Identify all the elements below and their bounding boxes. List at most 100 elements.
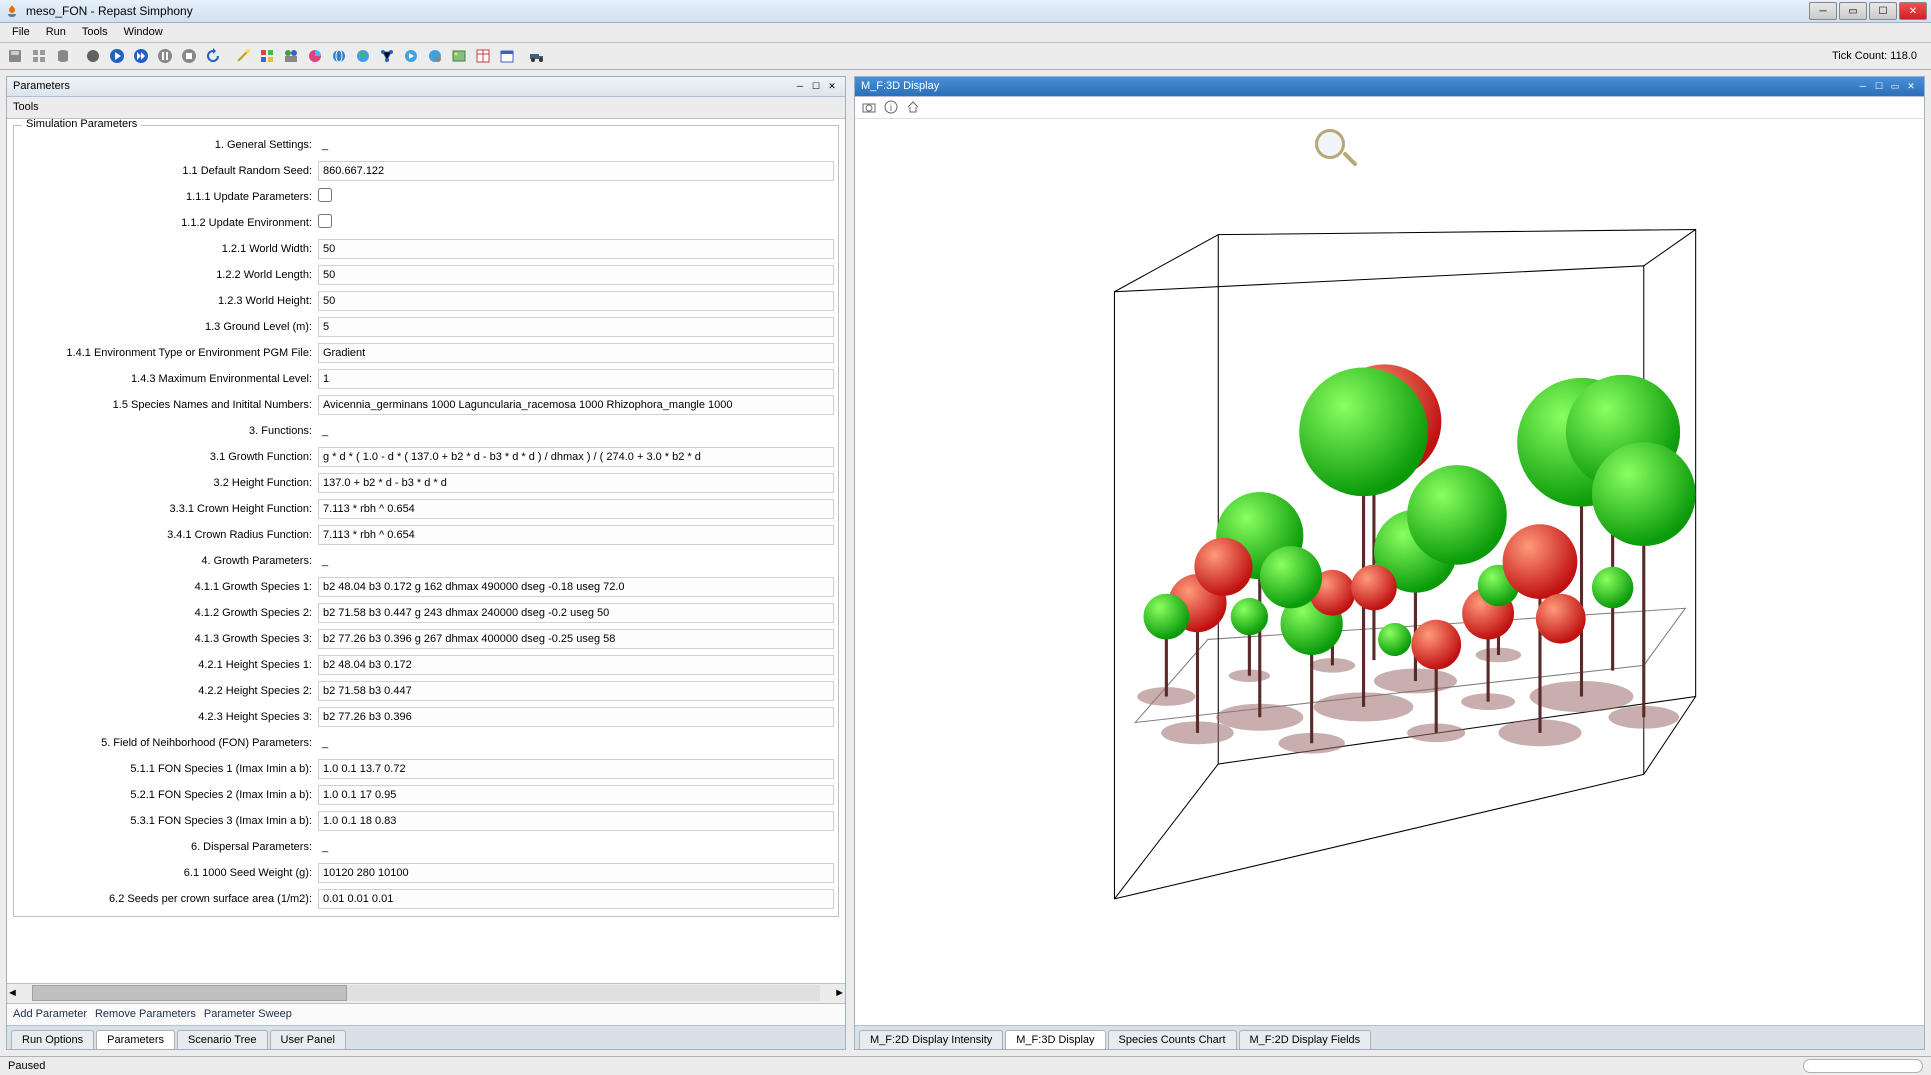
param-checkbox[interactable] (318, 188, 332, 202)
tab-run-options[interactable]: Run Options (11, 1030, 94, 1049)
param-label: 4.2.3 Height Species 3: (18, 711, 318, 723)
param-input[interactable] (318, 343, 834, 363)
people-icon[interactable] (280, 45, 302, 67)
param-input[interactable] (318, 161, 834, 181)
pause-icon[interactable] (154, 45, 176, 67)
param-label: 1.5 Species Names and Initital Numbers: (18, 399, 318, 411)
panel-maximize-icon[interactable]: ☐ (809, 79, 823, 93)
add-parameter-link[interactable]: Add Parameter (13, 1008, 87, 1020)
param-input[interactable] (318, 525, 834, 545)
param-row: 1.4.3 Maximum Environmental Level: (18, 366, 834, 392)
tools-label[interactable]: Tools (13, 101, 39, 113)
param-input[interactable] (318, 889, 834, 909)
param-input[interactable] (318, 499, 834, 519)
param-input[interactable] (318, 447, 834, 467)
param-static-value: _ (318, 841, 328, 853)
tab-species-counts[interactable]: Species Counts Chart (1108, 1030, 1237, 1049)
menu-file[interactable]: File (4, 23, 38, 41)
save-icon[interactable] (4, 45, 26, 67)
menu-window[interactable]: Window (116, 23, 171, 41)
image-icon[interactable] (448, 45, 470, 67)
display-close-icon[interactable]: ✕ (1904, 79, 1918, 93)
reset-icon[interactable] (202, 45, 224, 67)
restore-button[interactable]: ▭ (1839, 2, 1867, 20)
menu-tools[interactable]: Tools (74, 23, 116, 41)
param-input[interactable] (318, 369, 834, 389)
info-icon[interactable]: i (883, 99, 899, 115)
param-label: 5.3.1 FON Species 3 (Imax Imin a b): (18, 815, 318, 827)
wand-icon[interactable] (232, 45, 254, 67)
home-icon[interactable] (905, 99, 921, 115)
play-icon[interactable] (106, 45, 128, 67)
chart-icon[interactable] (304, 45, 326, 67)
globe-blue-icon[interactable] (328, 45, 350, 67)
horizontal-scrollbar[interactable]: ◄ ► (7, 983, 845, 1003)
param-input[interactable] (318, 655, 834, 675)
stop-icon[interactable] (178, 45, 200, 67)
parameters-scroll-area[interactable]: Simulation Parameters 1. General Setting… (7, 119, 845, 983)
param-label: 4.1.2 Growth Species 2: (18, 607, 318, 619)
param-input[interactable] (318, 291, 834, 311)
tab-scenario-tree[interactable]: Scenario Tree (177, 1030, 267, 1049)
globe-arrow-icon[interactable] (400, 45, 422, 67)
param-label: 1.3 Ground Level (m): (18, 321, 318, 333)
param-input[interactable] (318, 811, 834, 831)
tab-parameters[interactable]: Parameters (96, 1030, 175, 1049)
tab-2d-intensity[interactable]: M_F:2D Display Intensity (859, 1030, 1003, 1049)
param-row: 4.1.2 Growth Species 2: (18, 600, 834, 626)
record-icon[interactable] (82, 45, 104, 67)
param-input[interactable] (318, 239, 834, 259)
tab-2d-fields[interactable]: M_F:2D Display Fields (1239, 1030, 1372, 1049)
parameter-sweep-link[interactable]: Parameter Sweep (204, 1008, 292, 1020)
truck-icon[interactable] (526, 45, 548, 67)
remove-parameters-link[interactable]: Remove Parameters (95, 1008, 196, 1020)
param-input[interactable] (318, 681, 834, 701)
3d-canvas[interactable] (855, 119, 1924, 1025)
database-icon[interactable] (52, 45, 74, 67)
close-button[interactable]: ✕ (1899, 2, 1927, 20)
panel-minimize-icon[interactable]: ─ (793, 79, 807, 93)
param-label: 6. Dispersal Parameters: (18, 841, 318, 853)
param-input[interactable] (318, 863, 834, 883)
param-input[interactable] (318, 317, 834, 337)
status-text: Paused (8, 1060, 1803, 1072)
param-input[interactable] (318, 785, 834, 805)
java-icon (4, 3, 20, 19)
param-row: 1.2.1 World Width: (18, 236, 834, 262)
tab-3d-display[interactable]: M_F:3D Display (1005, 1030, 1105, 1049)
display-restore-icon[interactable]: ▭ (1888, 79, 1902, 93)
maximize-button[interactable]: ☐ (1869, 2, 1897, 20)
menu-run[interactable]: Run (38, 23, 74, 41)
param-label: 3.3.1 Crown Height Function: (18, 503, 318, 515)
tab-user-panel[interactable]: User Panel (270, 1030, 346, 1049)
camera-icon[interactable] (861, 99, 877, 115)
param-input[interactable] (318, 707, 834, 727)
param-checkbox[interactable] (318, 214, 332, 228)
param-label: 4.1.3 Growth Species 3: (18, 633, 318, 645)
param-row: 3.3.1 Crown Height Function: (18, 496, 834, 522)
minimize-button[interactable]: ─ (1809, 2, 1837, 20)
step-icon[interactable] (130, 45, 152, 67)
param-input[interactable] (318, 603, 834, 623)
table-icon[interactable] (472, 45, 494, 67)
display-minimize-icon[interactable]: ─ (1856, 79, 1870, 93)
param-row: 4.2.3 Height Species 3: (18, 704, 834, 730)
network-icon[interactable] (376, 45, 398, 67)
param-input[interactable] (318, 577, 834, 597)
param-input[interactable] (318, 759, 834, 779)
display-maximize-icon[interactable]: ☐ (1872, 79, 1886, 93)
param-row: 4.2.1 Height Species 1: (18, 652, 834, 678)
globe-gear-icon[interactable] (424, 45, 446, 67)
globe-icon[interactable] (352, 45, 374, 67)
param-input[interactable] (318, 473, 834, 493)
palette-icon[interactable] (256, 45, 278, 67)
param-input[interactable] (318, 395, 834, 415)
param-row: 6.2 Seeds per crown surface area (1/m2): (18, 886, 834, 912)
grid-icon[interactable] (28, 45, 50, 67)
param-input[interactable] (318, 265, 834, 285)
param-input[interactable] (318, 629, 834, 649)
calendar-icon[interactable] (496, 45, 518, 67)
param-label: 5.1.1 FON Species 1 (Imax Imin a b): (18, 763, 318, 775)
param-row: 5.3.1 FON Species 3 (Imax Imin a b): (18, 808, 834, 834)
panel-close-icon[interactable]: ✕ (825, 79, 839, 93)
